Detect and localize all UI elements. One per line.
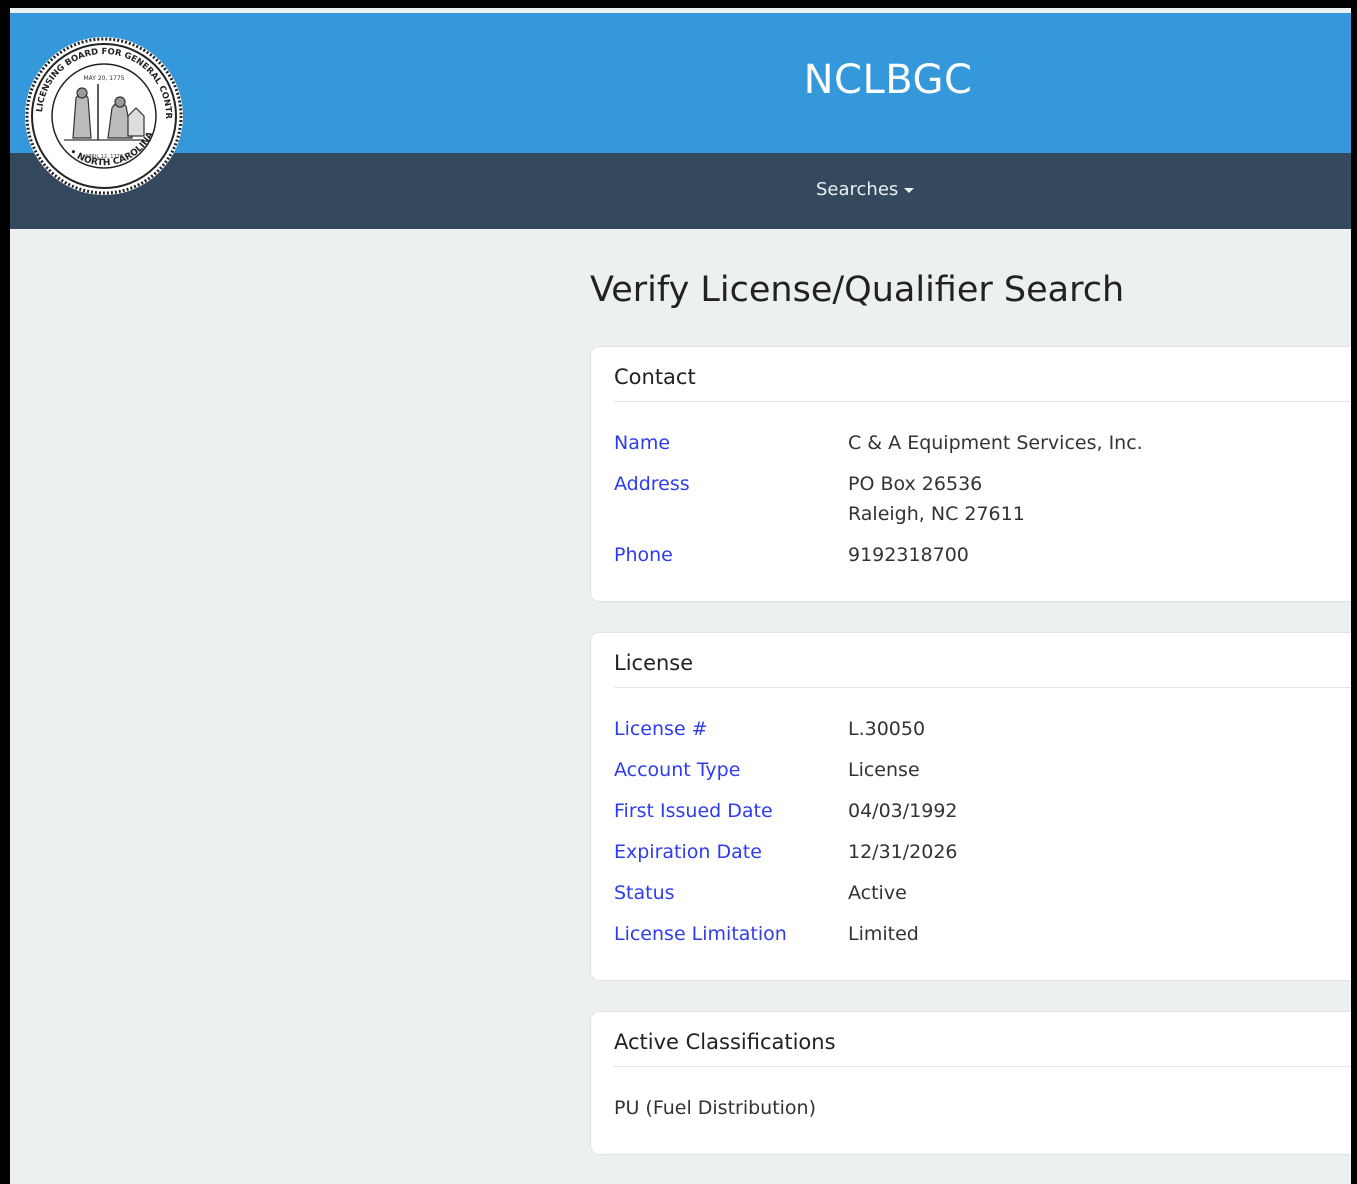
address-line2: Raleigh, NC 27611 <box>848 503 1025 525</box>
page-frame: NCLBGC Searches LICENSING BOARD FOR GENE… <box>10 8 1351 1184</box>
license-limitation-label: License Limitation <box>614 923 787 945</box>
license-number-value: L.30050 <box>848 718 926 740</box>
status-label: Status <box>614 882 675 904</box>
searches-dropdown[interactable]: Searches <box>816 179 915 200</box>
license-number-label: License # <box>614 718 708 740</box>
caret-down-icon <box>904 187 915 193</box>
license-card-title: License <box>614 633 1351 688</box>
site-title[interactable]: NCLBGC <box>438 57 1338 103</box>
expiration-value: 12/31/2026 <box>848 841 958 863</box>
expiration-label: Expiration Date <box>614 841 762 863</box>
page-title: Verify License/Qualifier Search <box>590 270 1125 310</box>
phone-label: Phone <box>614 544 673 566</box>
status-value: Active <box>848 882 907 904</box>
contact-card-title: Contact <box>614 347 1351 402</box>
nav-bar: Searches <box>10 153 1351 229</box>
name-value: C & A Equipment Services, Inc. <box>848 432 1143 454</box>
classifications-card-title: Active Classifications <box>614 1012 1351 1067</box>
address-line1: PO Box 26536 <box>848 473 983 495</box>
nc-seal-logo[interactable]: LICENSING BOARD FOR GENERAL CONTRACTORS … <box>24 36 184 196</box>
first-issued-label: First Issued Date <box>614 800 773 822</box>
classification-item: PU (Fuel Distribution) <box>614 1097 817 1119</box>
searches-label: Searches <box>816 179 899 200</box>
account-type-value: License <box>848 759 920 781</box>
svg-text:APRIL 12, 1776: APRIL 12, 1776 <box>85 154 123 160</box>
first-issued-value: 04/03/1992 <box>848 800 958 822</box>
address-label: Address <box>614 473 690 495</box>
account-type-label: Account Type <box>614 759 741 781</box>
svg-text:MAY 20, 1775: MAY 20, 1775 <box>83 75 124 82</box>
header-bar: NCLBGC <box>10 13 1351 153</box>
license-limitation-value: Limited <box>848 923 919 945</box>
name-label: Name <box>614 432 671 454</box>
phone-value: 9192318700 <box>848 544 969 566</box>
contact-card: Contact Name C & A Equipment Services, I… <box>590 346 1351 602</box>
license-card: License License # L.30050 Account Type L… <box>590 632 1351 981</box>
classifications-card: Active Classifications PU (Fuel Distribu… <box>590 1011 1351 1155</box>
